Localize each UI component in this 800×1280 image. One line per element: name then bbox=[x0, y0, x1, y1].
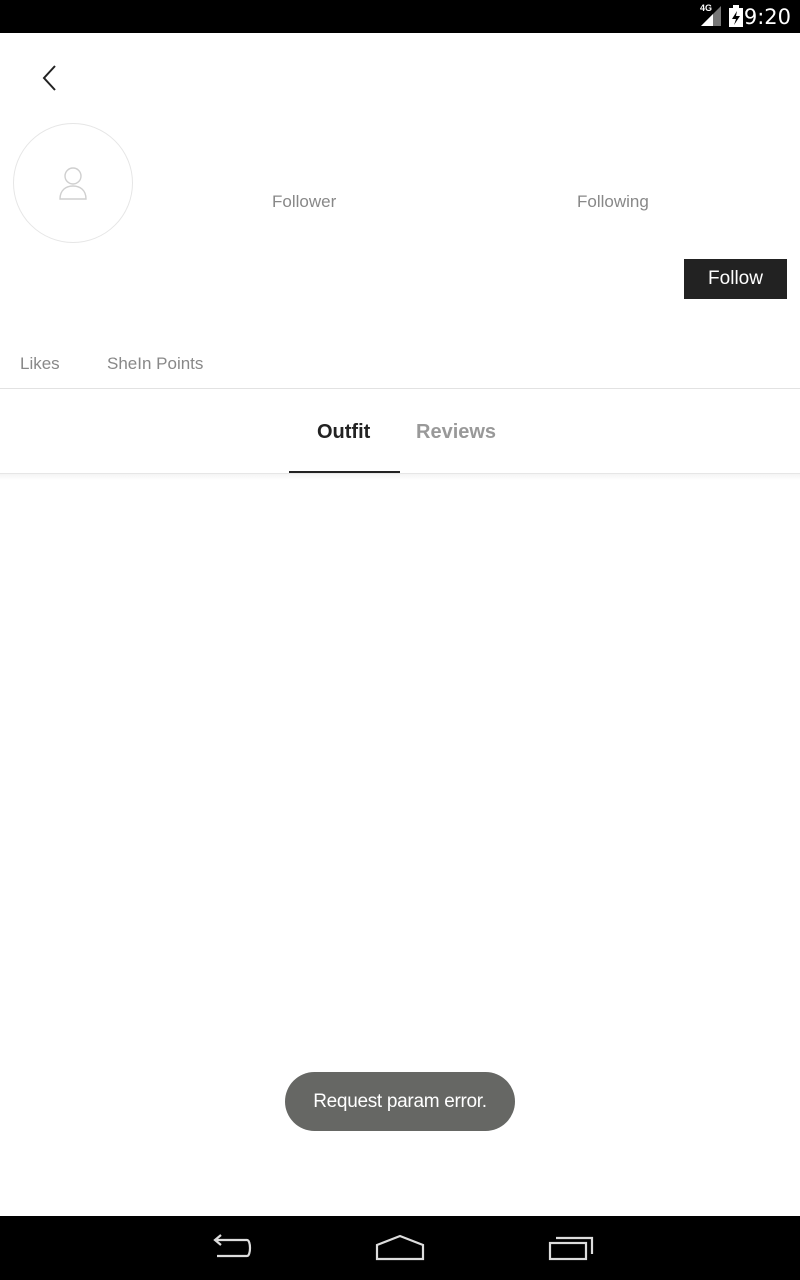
tab-outfit[interactable]: Outfit bbox=[317, 421, 370, 444]
tab-shadow bbox=[0, 474, 800, 480]
chevron-left-icon bbox=[42, 65, 56, 91]
nav-back-icon bbox=[213, 1234, 252, 1258]
tab-reviews[interactable]: Reviews bbox=[416, 421, 496, 444]
screen: 4G 9:20 Follower Following Follow Likes … bbox=[0, 0, 800, 1280]
follow-button[interactable]: Follow bbox=[684, 259, 787, 299]
nav-recents-icon bbox=[548, 1236, 594, 1261]
shein-points-link[interactable]: SheIn Points bbox=[107, 354, 203, 374]
follower-count-link[interactable]: Follower bbox=[272, 192, 336, 212]
divider bbox=[0, 388, 800, 389]
nav-home-icon bbox=[375, 1234, 425, 1261]
likes-link[interactable]: Likes bbox=[20, 354, 60, 374]
nav-recents-button[interactable] bbox=[541, 1226, 601, 1270]
error-toast: Request param error. bbox=[285, 1072, 515, 1131]
following-count-link[interactable]: Following bbox=[577, 192, 649, 212]
user-placeholder-icon bbox=[59, 167, 87, 200]
avatar[interactable] bbox=[13, 123, 133, 243]
nav-home-button[interactable] bbox=[370, 1226, 430, 1270]
nav-back-button[interactable] bbox=[200, 1226, 260, 1270]
clock: 9:20 bbox=[743, 5, 791, 29]
back-button[interactable] bbox=[30, 58, 70, 98]
status-bar: 4G 9:20 bbox=[0, 0, 800, 33]
battery-icon bbox=[729, 5, 743, 27]
system-nav-bar bbox=[0, 1216, 800, 1280]
signal-icon bbox=[701, 6, 721, 26]
